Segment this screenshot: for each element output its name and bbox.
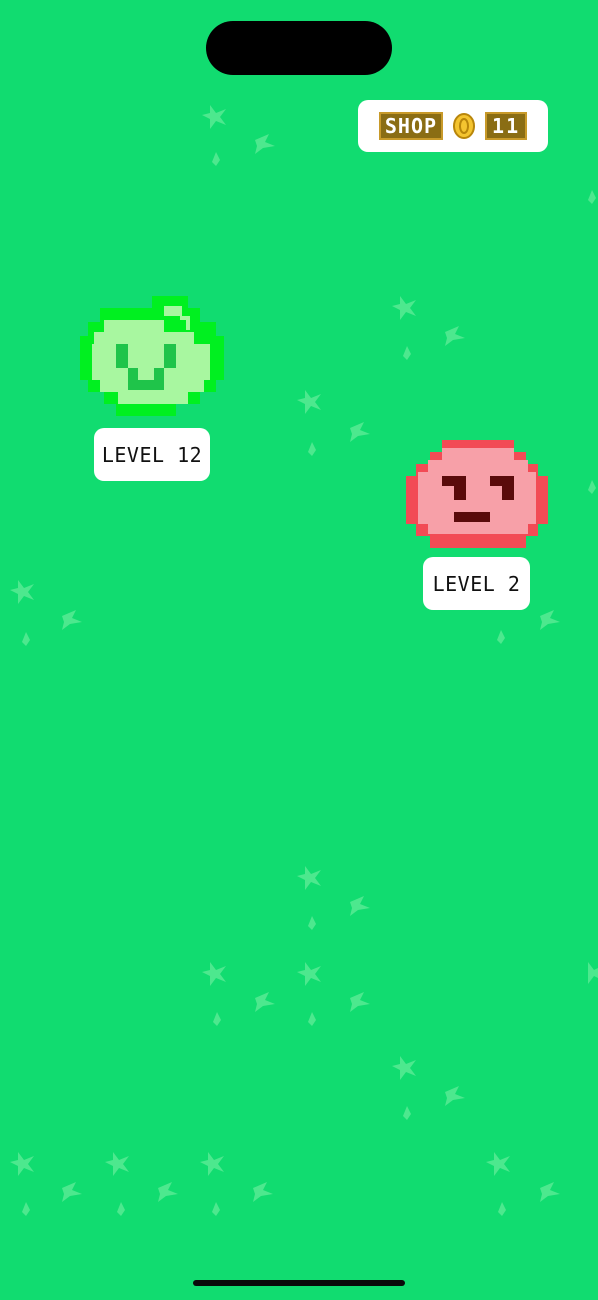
shop-label: SHOP — [378, 112, 444, 140]
dynamic-island — [206, 21, 392, 75]
game-screen[interactable]: SHOP 11 LEVEL 12 LEVEL 2 — [0, 0, 598, 1300]
shop-button[interactable]: SHOP 11 — [358, 100, 548, 152]
grass-decoration — [10, 105, 598, 1216]
green-slime-monster[interactable] — [80, 296, 224, 418]
coin-count: 11 — [485, 112, 528, 140]
level-badge-red: LEVEL 2 — [423, 557, 530, 610]
red-slime-monster[interactable] — [406, 440, 548, 548]
level-badge-green: LEVEL 12 — [94, 428, 210, 481]
gold-coin-icon — [453, 113, 476, 139]
home-indicator[interactable] — [193, 1280, 405, 1286]
